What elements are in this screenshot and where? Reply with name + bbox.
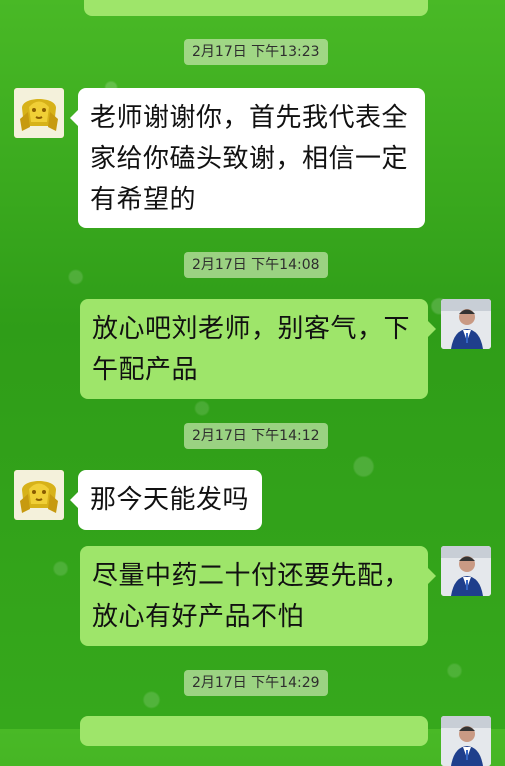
user-avatar[interactable]	[441, 546, 491, 596]
golden-statue-avatar-icon	[14, 88, 64, 138]
previous-message-bubble[interactable]	[84, 0, 428, 16]
timestamp-pill: 2月17日 下午14:12	[184, 423, 328, 449]
message-line: 老师谢谢你，首先我代表全	[90, 103, 409, 133]
message-line: 放心吧刘老师，别客气，下	[92, 314, 411, 344]
man-photo-avatar-icon	[441, 716, 491, 766]
message-line: 午配产品	[92, 355, 199, 385]
timestamp-pill: 2月17日 下午13:23	[184, 39, 328, 65]
sent-message-bubble[interactable]: 放心吧刘老师，别客气，下 午配产品	[80, 299, 436, 399]
received-message-bubble[interactable]: 老师谢谢你，首先我代表全 家给你磕头致谢，相信一定 有希望的	[70, 88, 425, 228]
received-message-bubble[interactable]: 那今天能发吗	[70, 470, 262, 530]
message-line: 那今天能发吗	[90, 485, 250, 515]
user-avatar[interactable]	[441, 716, 491, 766]
timestamp-pill: 2月17日 下午14:08	[184, 252, 328, 278]
user-avatar[interactable]	[441, 299, 491, 349]
message-line: 有希望的	[90, 185, 197, 215]
timestamp-pill: 2月17日 下午14:29	[184, 670, 328, 696]
timestamp-text: 2月17日 下午14:29	[192, 675, 320, 691]
man-photo-avatar-icon	[441, 546, 491, 596]
next-message-bubble[interactable]	[80, 716, 428, 746]
timestamp-text: 2月17日 下午14:12	[192, 428, 320, 444]
contact-avatar[interactable]	[14, 88, 64, 138]
timestamp-text: 2月17日 下午14:08	[192, 257, 320, 273]
timestamp-text: 2月17日 下午13:23	[192, 44, 320, 60]
man-photo-avatar-icon	[441, 299, 491, 349]
message-line: 家给你磕头致谢，相信一定	[90, 144, 409, 174]
contact-avatar[interactable]	[14, 470, 64, 520]
message-line: 放心有好产品不怕	[92, 602, 305, 632]
sent-message-bubble[interactable]: 尽量中药二十付还要先配， 放心有好产品不怕	[80, 546, 436, 646]
message-line: 尽量中药二十付还要先配，	[92, 561, 411, 591]
golden-statue-avatar-icon	[14, 470, 64, 520]
